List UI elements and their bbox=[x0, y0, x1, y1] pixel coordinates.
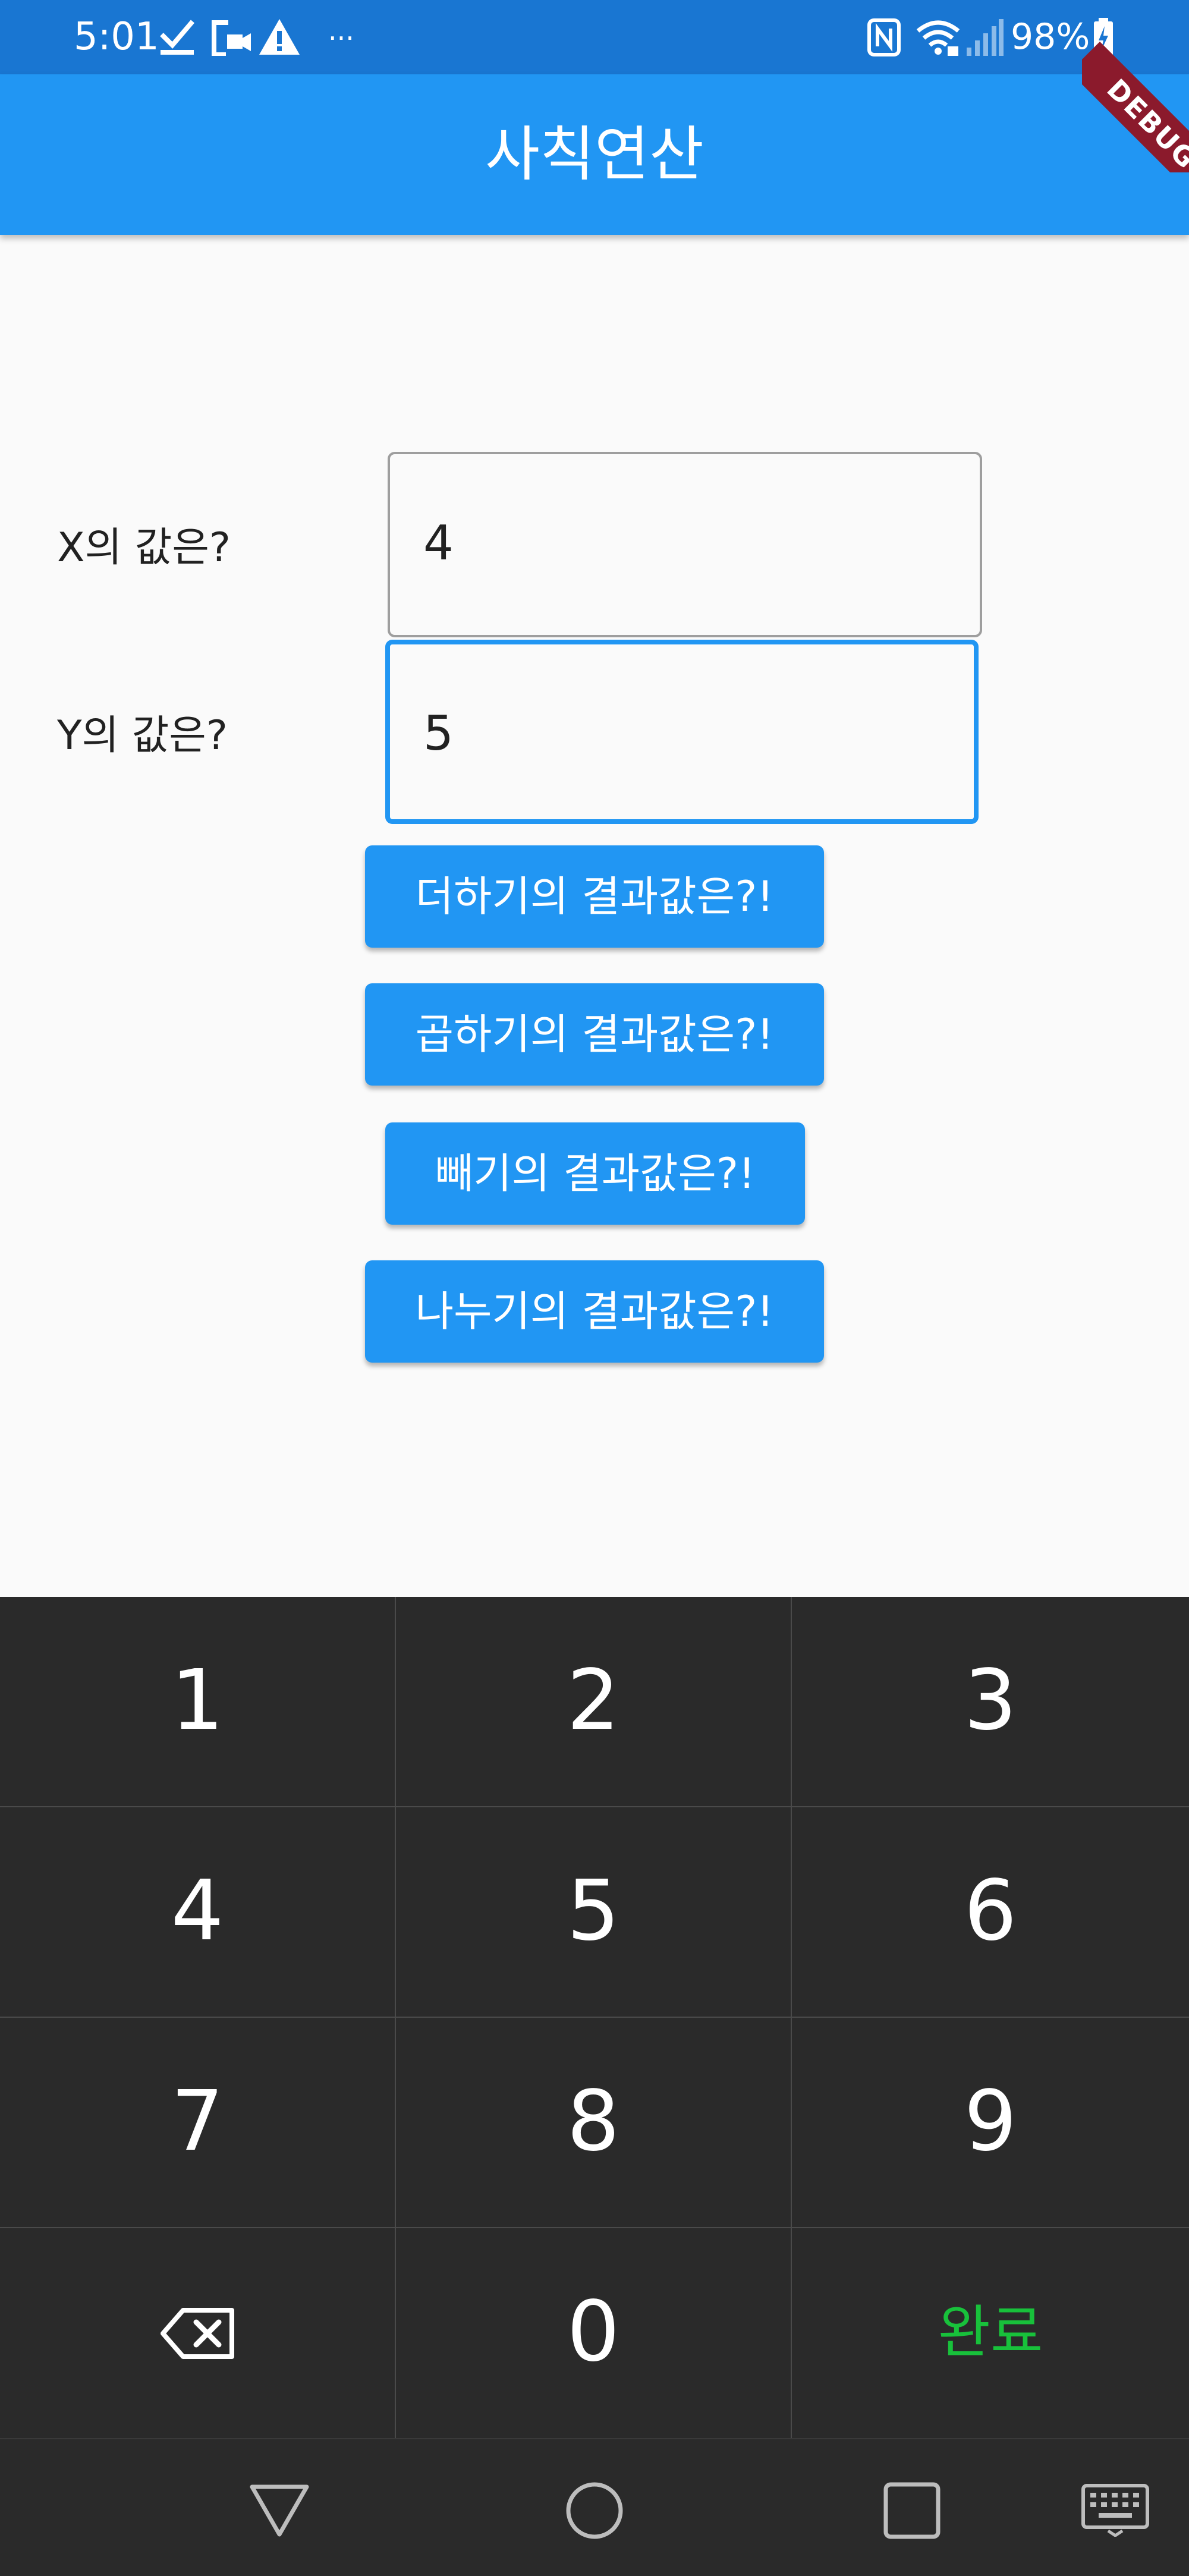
multiply-button[interactable]: 곱하기의 결과값은?! bbox=[365, 983, 824, 1086]
add-button[interactable]: 더하기의 결과값은?! bbox=[365, 845, 824, 948]
y-input-value: 5 bbox=[423, 706, 454, 761]
more-notifications-indicator: ··· bbox=[328, 22, 354, 54]
key-7[interactable]: 7 bbox=[0, 2018, 396, 2228]
status-bar: 5:01 ··· 98% bbox=[0, 0, 1189, 74]
page-title: 사칙연산 bbox=[485, 119, 704, 189]
subtract-button[interactable]: 빼기의 결과값은?! bbox=[385, 1122, 805, 1225]
divide-button[interactable]: 나누기의 결과값은?! bbox=[365, 1260, 824, 1363]
key-2[interactable]: 2 bbox=[396, 1597, 792, 1807]
key-0[interactable]: 0 bbox=[396, 2228, 792, 2438]
x-input[interactable]: 4 bbox=[388, 452, 982, 637]
numeric-keypad: 1 2 3 4 5 6 7 8 9 0 완료 bbox=[0, 1597, 1189, 2438]
wifi-icon bbox=[916, 20, 960, 56]
key-6[interactable]: 6 bbox=[792, 1807, 1189, 2018]
video-device-icon bbox=[212, 20, 251, 56]
key-3[interactable]: 3 bbox=[792, 1597, 1189, 1807]
backspace-key[interactable] bbox=[0, 2228, 396, 2438]
app-bar: 사칙연산 bbox=[0, 74, 1189, 235]
keyboard-icon[interactable] bbox=[1081, 2483, 1150, 2537]
key-8[interactable]: 8 bbox=[396, 2018, 792, 2228]
status-time: 5:01 bbox=[74, 15, 159, 59]
y-input[interactable]: 5 bbox=[385, 640, 979, 824]
home-icon[interactable] bbox=[565, 2481, 624, 2540]
back-icon[interactable] bbox=[249, 2482, 310, 2538]
x-label: X의 값은? bbox=[57, 524, 231, 571]
key-1[interactable]: 1 bbox=[0, 1597, 396, 1807]
debug-label: DEBUG bbox=[1082, 42, 1189, 172]
backspace-icon bbox=[161, 2308, 234, 2359]
warning-icon bbox=[259, 19, 300, 55]
key-4[interactable]: 4 bbox=[0, 1807, 396, 2018]
key-9[interactable]: 9 bbox=[792, 2018, 1189, 2228]
recents-icon[interactable] bbox=[882, 2481, 942, 2540]
signal-icon bbox=[967, 19, 1004, 56]
system-nav-bar bbox=[0, 2438, 1189, 2576]
debug-banner: DEBUG bbox=[1082, 0, 1189, 172]
battery-percent: 98% bbox=[1011, 16, 1090, 58]
check-icon bbox=[160, 20, 195, 55]
done-key[interactable]: 완료 bbox=[792, 2228, 1189, 2438]
nfc-icon bbox=[867, 18, 901, 56]
key-5[interactable]: 5 bbox=[396, 1807, 792, 2018]
x-input-value: 4 bbox=[423, 515, 454, 571]
y-label: Y의 값은? bbox=[57, 712, 228, 759]
